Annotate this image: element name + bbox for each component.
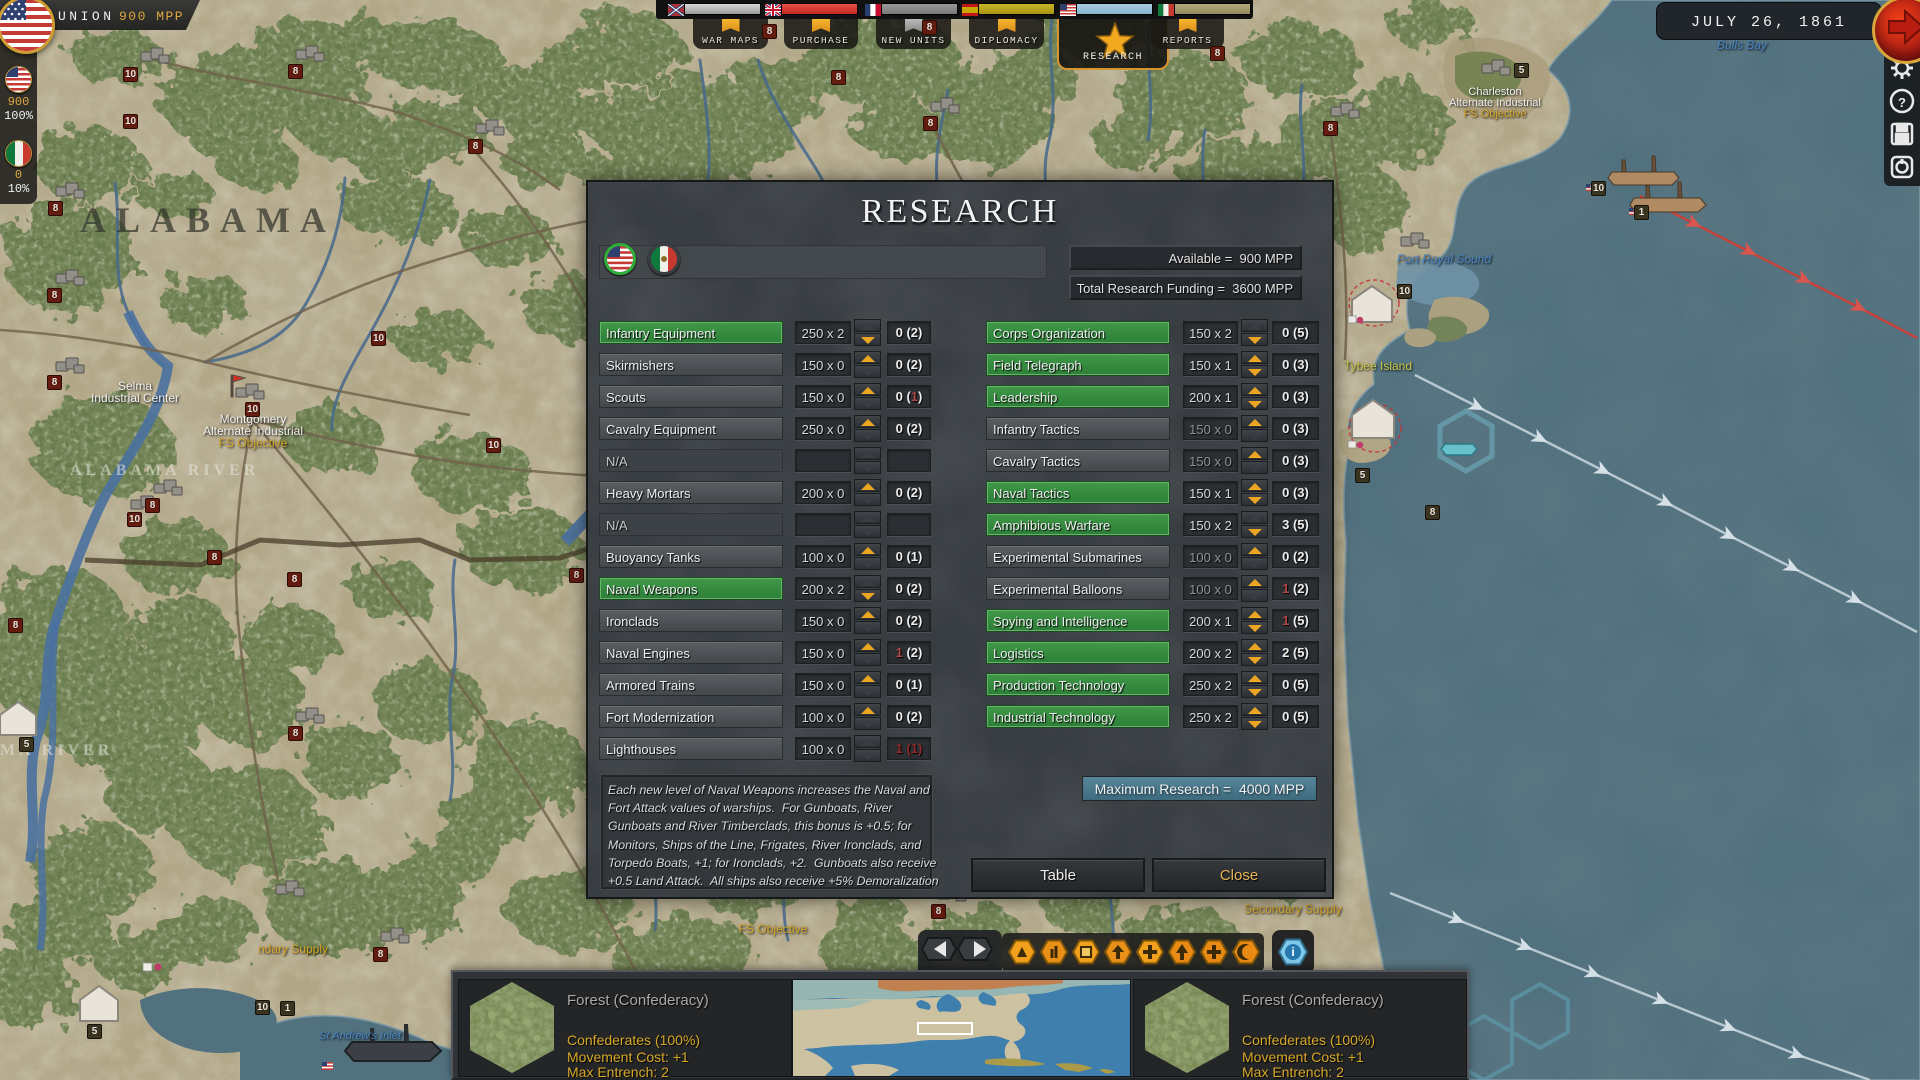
svg-text:?: ? xyxy=(1898,95,1906,110)
svg-text:MA RIVER: MA RIVER xyxy=(0,742,113,759)
svg-text:ALABAMA: ALABAMA xyxy=(80,200,336,240)
svg-text:i: i xyxy=(1291,945,1294,959)
svg-text:ALABAMA RIVER: ALABAMA RIVER xyxy=(70,462,259,479)
